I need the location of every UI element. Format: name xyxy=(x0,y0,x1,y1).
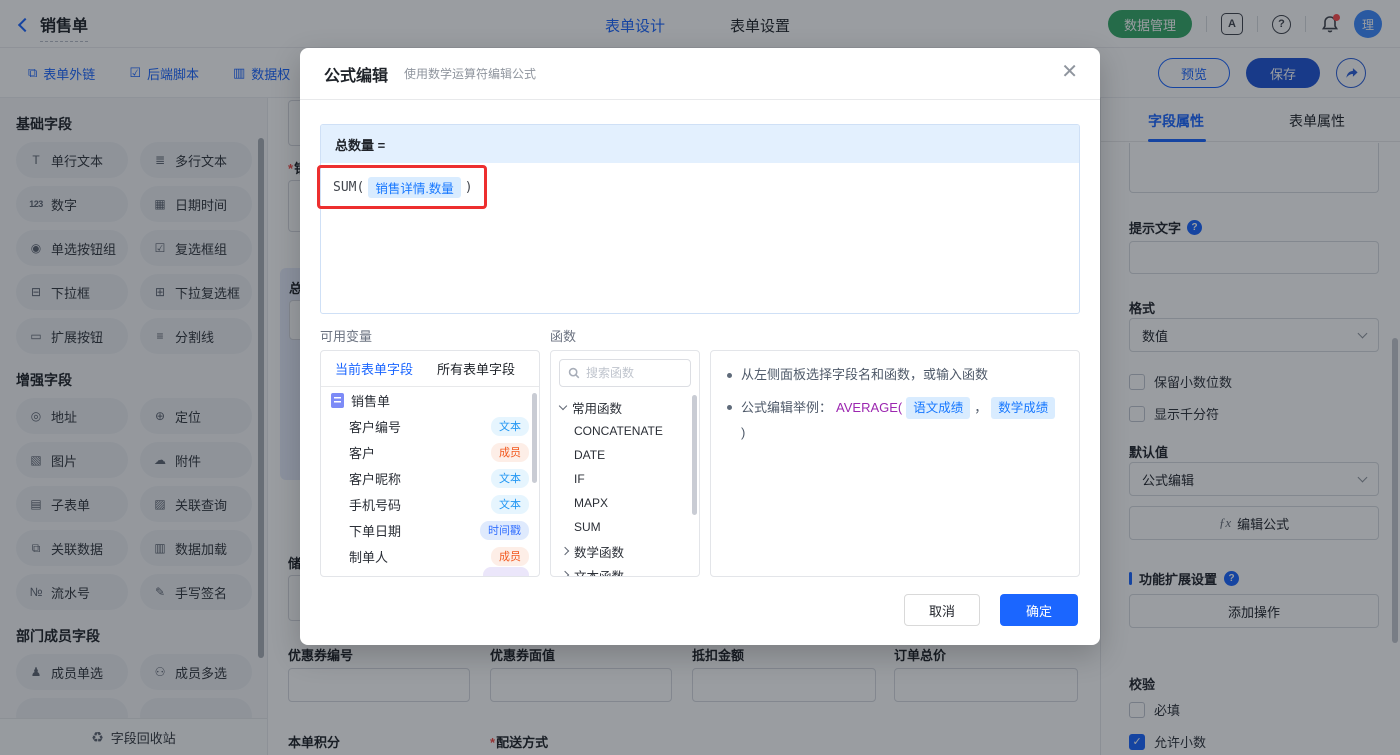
chevron-right-icon xyxy=(561,571,569,577)
hint-line-1: 从左侧面板选择字段名和函数，或输入函数 xyxy=(727,365,1063,385)
variable-row[interactable]: 客户成员 xyxy=(321,439,539,465)
function-search-input[interactable] xyxy=(586,366,682,380)
variable-row[interactable]: 客户昵称文本 xyxy=(321,465,539,491)
function-group-text[interactable]: 文本函数 xyxy=(551,563,699,577)
modal-subtitle: 使用数学运算符编辑公式 xyxy=(404,65,536,82)
type-tag: 文本 xyxy=(491,417,529,436)
example-field-chip: 语文成绩 xyxy=(906,397,970,419)
example-function-name: AVERAGE( xyxy=(836,398,902,418)
formula-close-paren: ) xyxy=(465,180,473,195)
modal-title: 公式编辑 xyxy=(324,62,388,86)
formula-function-name: SUM( xyxy=(333,180,364,195)
variable-row[interactable]: 下单日期时间戳 xyxy=(321,517,539,543)
variable-row[interactable]: 客户编号文本 xyxy=(321,413,539,439)
hint-line-2: 公式编辑举例：AVERAGE( 语文成绩 ， 数学成绩 ) xyxy=(727,397,1063,443)
functions-panel: 常用函数 CONCATENATE DATE IF MAPX SUM 数学函数 文… xyxy=(550,350,700,577)
chevron-right-icon xyxy=(561,547,569,555)
function-item[interactable]: MAPX xyxy=(551,491,699,515)
partial-row-tag xyxy=(483,567,529,577)
function-group-common[interactable]: 常用函数 xyxy=(551,395,699,419)
search-icon xyxy=(568,367,580,379)
function-group-math[interactable]: 数学函数 xyxy=(551,539,699,563)
function-item[interactable]: SUM xyxy=(551,515,699,539)
formula-target: 总数量 = xyxy=(321,125,1079,163)
variables-panel: 当前表单字段 所有表单字段 销售单 客户编号文本 客户成员 客户昵称文本 手机号… xyxy=(320,350,540,577)
type-tag: 文本 xyxy=(491,495,529,514)
cancel-button[interactable]: 取消 xyxy=(904,594,980,626)
function-item[interactable]: DATE xyxy=(551,443,699,467)
formula-expression[interactable]: SUM( 销售详情.数量 ) xyxy=(321,163,1079,212)
example-field-chip: 数学成绩 xyxy=(991,397,1055,419)
bullet-icon xyxy=(727,405,732,410)
tab-current-form-fields[interactable]: 当前表单字段 xyxy=(335,359,413,378)
type-tag: 成员 xyxy=(491,547,529,566)
variables-section-label: 可用变量 xyxy=(320,326,550,345)
close-icon[interactable]: ✕ xyxy=(1061,62,1078,82)
type-tag: 文本 xyxy=(491,469,529,488)
formula-field-chip[interactable]: 销售详情.数量 xyxy=(368,177,460,198)
function-item[interactable]: IF xyxy=(551,467,699,491)
variable-row[interactable]: 制单人成员 xyxy=(321,543,539,569)
type-tag: 时间戳 xyxy=(480,521,529,540)
chevron-down-icon xyxy=(559,402,567,410)
formula-editor-modal: 公式编辑 使用数学运算符编辑公式 ✕ 总数量 = SUM( 销售详情.数量 ) … xyxy=(300,48,1100,645)
tab-all-form-fields[interactable]: 所有表单字段 xyxy=(437,359,515,378)
document-icon xyxy=(331,393,344,408)
confirm-button[interactable]: 确定 xyxy=(1000,594,1078,626)
type-tag: 成员 xyxy=(491,443,529,462)
function-search[interactable] xyxy=(559,359,691,387)
variables-scrollbar[interactable] xyxy=(532,393,537,483)
functions-scrollbar[interactable] xyxy=(692,395,697,515)
variable-row[interactable]: 手机号码文本 xyxy=(321,491,539,517)
functions-section-label: 函数 xyxy=(550,326,576,345)
function-item[interactable]: CONCATENATE xyxy=(551,419,699,443)
bullet-icon xyxy=(727,373,732,378)
hints-panel: 从左侧面板选择字段名和函数，或输入函数 公式编辑举例：AVERAGE( 语文成绩… xyxy=(710,350,1080,577)
formula-editor-area[interactable]: 总数量 = SUM( 销售详情.数量 ) xyxy=(320,124,1080,314)
app-root: 销售单 表单设计 表单设置 数据管理 A ? 理 ⧉ 表单外链 ☑ xyxy=(0,0,1400,755)
variable-tree-root[interactable]: 销售单 xyxy=(321,387,539,413)
